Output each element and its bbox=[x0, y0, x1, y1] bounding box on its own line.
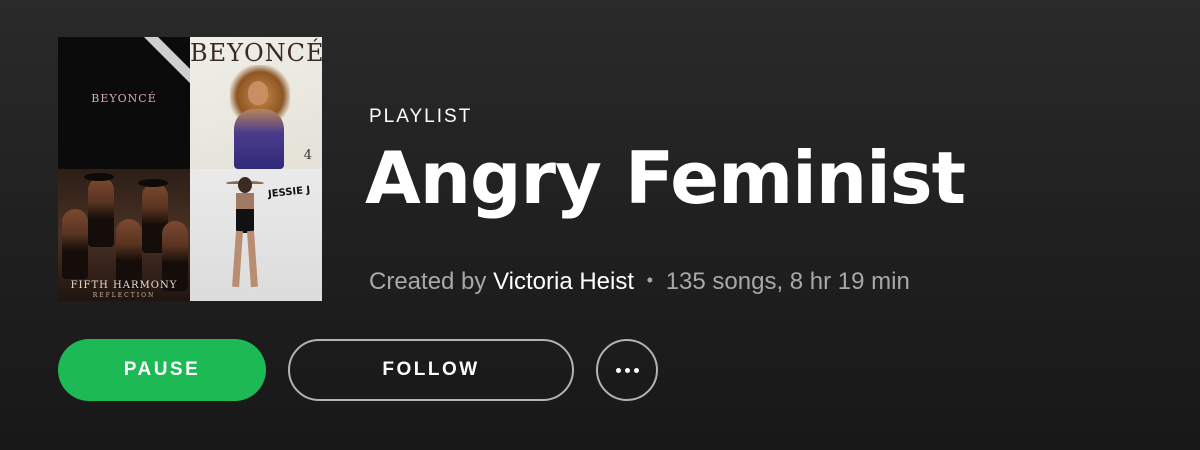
album-art-jessie-j: JESSIE J bbox=[190, 169, 322, 301]
meta-separator: • bbox=[646, 270, 654, 290]
platinum-edition-ribbon bbox=[136, 37, 190, 86]
follow-button[interactable]: FOLLOW bbox=[288, 339, 574, 401]
album-art-text: BEYONCÉ bbox=[190, 39, 322, 67]
pause-button[interactable]: PAUSE bbox=[58, 339, 266, 401]
pause-button-label: PAUSE bbox=[123, 359, 201, 380]
more-options-button[interactable] bbox=[596, 339, 658, 401]
album-art-text: JESSIE J bbox=[267, 184, 311, 201]
album-art-text: BEYONCÉ bbox=[91, 92, 157, 105]
creator-link[interactable]: Victoria Heist bbox=[493, 268, 634, 295]
album-art-fifth-harmony: FIFTH HARMONY REFLECTION bbox=[58, 169, 190, 301]
album-art-subtitle: REFLECTION bbox=[92, 292, 156, 299]
album-art-beyonce-4: BEYONCÉ 4 bbox=[190, 37, 322, 169]
follow-button-label: FOLLOW bbox=[382, 359, 480, 380]
album-art-number: 4 bbox=[303, 148, 312, 163]
playlist-title: Angry Feminist bbox=[365, 136, 966, 220]
playlist-cover-mosaic[interactable]: BEYONCÉ BEYONCÉ 4 FIFTH HARMONY REFLECTI… bbox=[58, 37, 322, 301]
album-art-beyonce-platinum: BEYONCÉ bbox=[58, 37, 190, 169]
ellipsis-icon bbox=[615, 367, 621, 373]
playlist-stats: 135 songs, 8 hr 19 min bbox=[665, 268, 910, 295]
playlist-meta: Created by Victoria Heist • 135 songs, 8… bbox=[369, 268, 910, 296]
playlist-type-label: PLAYLIST bbox=[369, 106, 473, 127]
created-by-prefix: Created by bbox=[369, 268, 487, 295]
album-art-text: FIFTH HARMONY bbox=[70, 280, 178, 291]
